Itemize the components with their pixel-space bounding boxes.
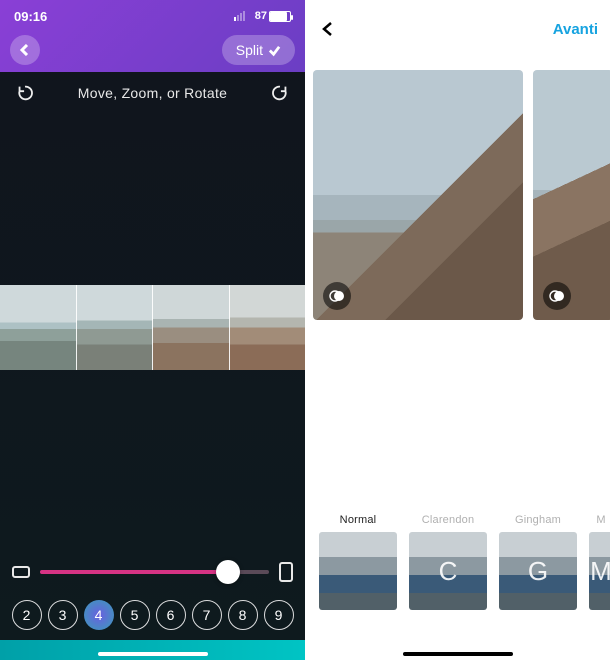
split-count-row: 23456789 bbox=[0, 600, 305, 630]
clock: 09:16 bbox=[14, 9, 47, 24]
battery-icon: 87 bbox=[255, 10, 291, 22]
filter-gingham[interactable]: GinghamG bbox=[499, 514, 577, 610]
venn-icon bbox=[329, 288, 345, 304]
nav-bar: Split bbox=[0, 28, 305, 68]
filter-label: Clarendon bbox=[409, 514, 487, 532]
panorama-preview[interactable] bbox=[0, 285, 305, 370]
filter-label: Normal bbox=[319, 514, 397, 532]
count-button-8[interactable]: 8 bbox=[228, 600, 258, 630]
slider-thumb[interactable] bbox=[216, 560, 240, 584]
count-button-6[interactable]: 6 bbox=[156, 600, 186, 630]
header: 09:16 87 Split bbox=[0, 0, 305, 72]
aspect-slider[interactable] bbox=[40, 570, 269, 574]
portrait-icon[interactable] bbox=[279, 562, 293, 582]
rotate-right-button[interactable] bbox=[269, 82, 291, 104]
venn-icon bbox=[549, 288, 565, 304]
count-button-3[interactable]: 3 bbox=[48, 600, 78, 630]
carousel-photo[interactable] bbox=[533, 70, 610, 320]
pano-slice bbox=[77, 285, 154, 370]
filter-thumb: C bbox=[409, 532, 487, 610]
split-button[interactable]: Split bbox=[222, 35, 295, 65]
carousel-photo[interactable] bbox=[313, 70, 523, 320]
back-button[interactable] bbox=[313, 14, 343, 44]
filter-thumb: G bbox=[499, 532, 577, 610]
chevron-left-icon bbox=[321, 22, 335, 36]
photo-carousel[interactable] bbox=[305, 70, 610, 325]
next-button[interactable]: Avanti bbox=[553, 21, 598, 38]
filter-overlay-button[interactable] bbox=[323, 282, 351, 310]
aspect-slider-row bbox=[0, 562, 305, 582]
status-bar: 09:16 87 bbox=[0, 0, 305, 28]
count-button-4[interactable]: 4 bbox=[84, 600, 114, 630]
check-icon bbox=[268, 44, 281, 57]
filter-app-screen: Avanti NormalClarendonCGinghamGMM bbox=[305, 0, 610, 660]
edit-toolbar: Move, Zoom, or Rotate bbox=[0, 72, 305, 114]
filter-thumb: M bbox=[589, 532, 610, 610]
split-button-label: Split bbox=[236, 42, 263, 58]
rotate-right-icon bbox=[270, 83, 290, 103]
landscape-icon[interactable] bbox=[12, 566, 30, 578]
count-button-5[interactable]: 5 bbox=[120, 600, 150, 630]
rotate-left-button[interactable] bbox=[14, 82, 36, 104]
battery-level: 87 bbox=[255, 10, 267, 22]
pano-slice bbox=[0, 285, 77, 370]
filter-overlay-button[interactable] bbox=[543, 282, 571, 310]
filter-m[interactable]: MM bbox=[589, 514, 610, 610]
signal-icon bbox=[234, 11, 245, 21]
status-icons: 87 bbox=[234, 9, 291, 24]
chevron-left-icon bbox=[19, 44, 31, 56]
nav-bar: Avanti bbox=[305, 0, 610, 50]
filter-clarendon[interactable]: ClarendonC bbox=[409, 514, 487, 610]
edit-hint: Move, Zoom, or Rotate bbox=[78, 85, 227, 101]
home-indicator bbox=[98, 652, 208, 656]
split-app-screen: 09:16 87 Split bbox=[0, 0, 305, 660]
bottom-accent bbox=[0, 640, 305, 660]
filter-normal[interactable]: Normal bbox=[319, 514, 397, 610]
pano-slice bbox=[230, 285, 306, 370]
filter-label: Gingham bbox=[499, 514, 577, 532]
pano-slice bbox=[153, 285, 230, 370]
filter-strip[interactable]: NormalClarendonCGinghamGMM bbox=[305, 514, 610, 610]
filter-thumb bbox=[319, 532, 397, 610]
filter-label: M bbox=[589, 514, 610, 532]
count-button-7[interactable]: 7 bbox=[192, 600, 222, 630]
count-button-2[interactable]: 2 bbox=[12, 600, 42, 630]
count-button-9[interactable]: 9 bbox=[264, 600, 294, 630]
rotate-left-icon bbox=[15, 83, 35, 103]
back-button[interactable] bbox=[10, 35, 40, 65]
home-indicator bbox=[403, 652, 513, 656]
